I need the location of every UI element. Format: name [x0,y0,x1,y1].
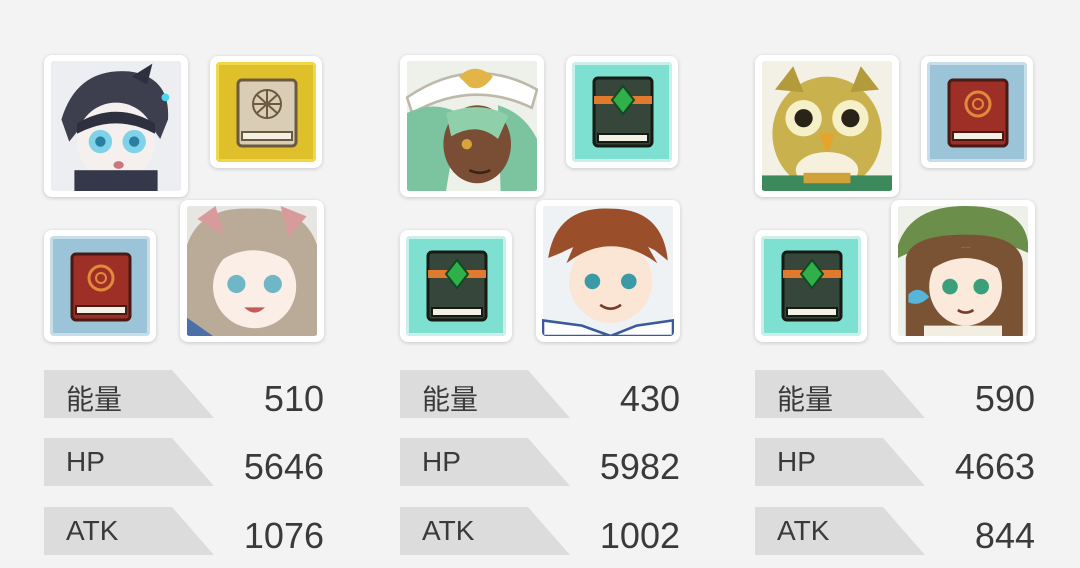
stat-row-energy: 能量 510 [44,370,324,420]
stat-value: 4663 [954,446,1035,487]
cat-eared-girl-icon [187,206,317,336]
stat-row-energy: 能量 430 [400,370,680,420]
stat-label: 能量 [777,384,834,415]
green-haired-hat-man-icon [406,61,538,191]
stat-value: 590 [974,378,1035,419]
stat-label: ATK [777,515,830,546]
stat-label: ATK [422,515,475,546]
stat-value: 1076 [243,515,324,556]
character-portrait-brown-haired-boy[interactable] [536,200,680,342]
green-gem-book-icon [572,62,672,162]
dark-armored-girl-icon [51,61,181,191]
equipment-slot-2[interactable] [755,230,867,342]
stat-value: 5646 [243,446,324,487]
equipment-slot-1[interactable] [921,56,1033,168]
stat-value: 510 [263,378,324,419]
red-spellbook-icon [927,62,1027,162]
stat-label: 能量 [422,384,479,415]
red-spellbook-icon [50,236,150,336]
stat-row-atk: ATK 1076 [44,507,324,557]
stat-label: HP [777,446,816,477]
equipment-slot-2[interactable] [400,230,512,342]
green-gem-book-icon [761,236,861,336]
stat-label: HP [422,446,461,477]
stat-label: 能量 [66,384,123,415]
stat-row-atk: ATK 844 [755,507,1035,557]
equipment-slot-1[interactable] [210,56,322,168]
stat-value: 1002 [599,515,680,556]
gold-rune-book-icon [216,62,316,162]
character-portrait-green-haired-hat-man[interactable] [400,55,544,197]
stat-row-hp: HP 5982 [400,438,680,488]
stat-value: 844 [974,515,1035,556]
equipment-slot-1[interactable] [566,56,678,168]
brown-haired-boy-icon [542,206,674,336]
stat-row-hp: HP 5646 [44,438,324,488]
equipment-slot-2[interactable] [44,230,156,342]
character-portrait-green-hat-girl[interactable] [891,200,1035,342]
character-portrait-owl[interactable] [755,55,899,197]
green-gem-book-icon [406,236,506,336]
stat-label: HP [66,446,105,477]
team-card-2: 能量 430 HP 5982 ATK 1002 [400,0,690,568]
stat-value: 430 [619,378,680,419]
owl-icon [762,61,892,191]
stat-row-energy: 能量 590 [755,370,1035,420]
character-portrait-cat-eared-girl[interactable] [180,200,324,342]
team-card-1: 能量 510 HP 5646 ATK 1076 [44,0,334,568]
stat-value: 5982 [599,446,680,487]
green-hat-girl-icon [898,206,1028,336]
character-portrait-dark-armored-girl[interactable] [44,55,188,197]
stat-row-hp: HP 4663 [755,438,1035,488]
stat-row-atk: ATK 1002 [400,507,680,557]
team-card-3: 能量 590 HP 4663 ATK 844 [755,0,1045,568]
stat-label: ATK [66,515,119,546]
